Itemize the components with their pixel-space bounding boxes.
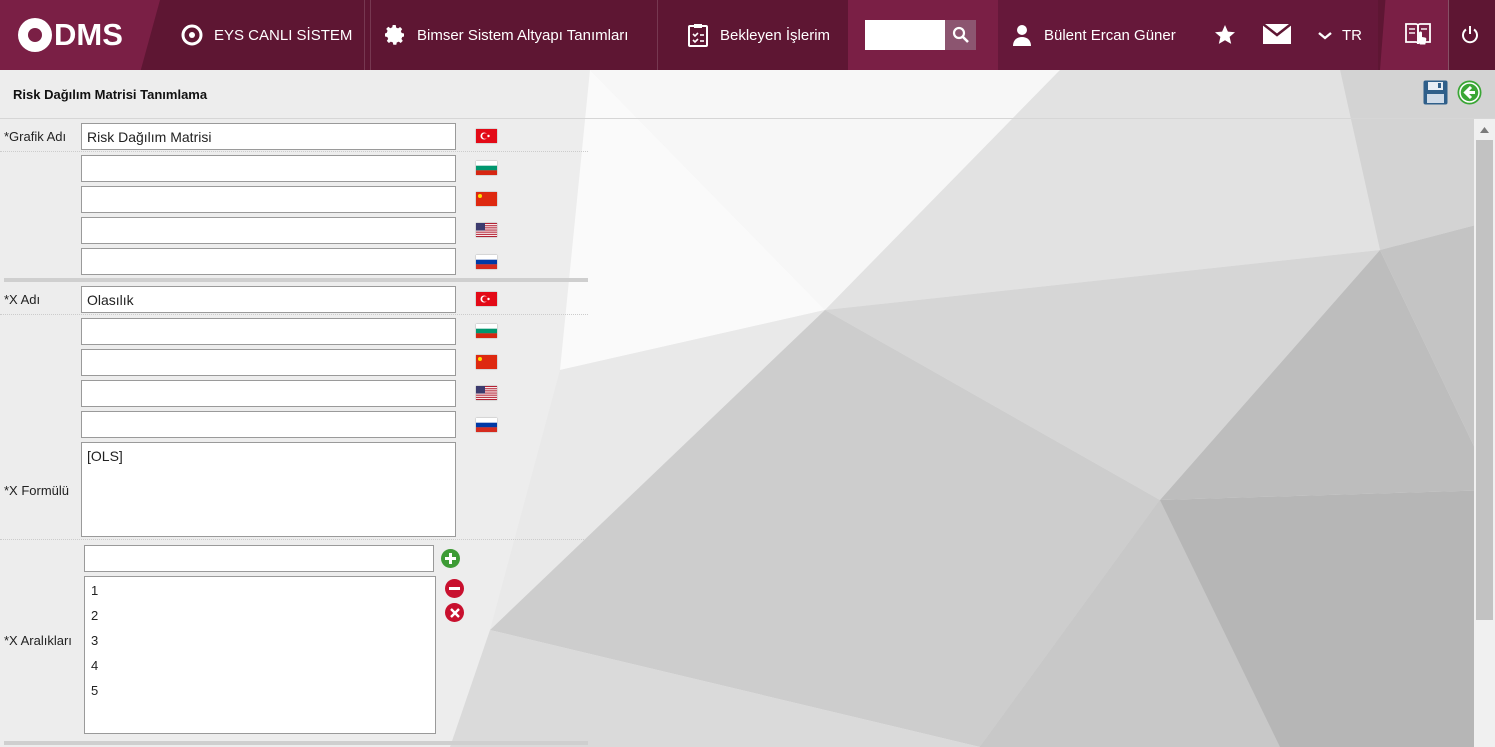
dms-logo[interactable]: DMS: [18, 17, 123, 53]
grafik-adi-en-input[interactable]: [81, 217, 456, 244]
mail-icon: [1262, 23, 1292, 44]
row-separator: [0, 151, 588, 152]
list-item[interactable]: 5: [91, 682, 429, 707]
help-button[interactable]: [1403, 20, 1433, 53]
grafik-adi-bg-input[interactable]: [81, 155, 456, 182]
russia-flag-icon[interactable]: [476, 255, 497, 269]
x-adi-en-input[interactable]: [81, 380, 456, 407]
book-help-icon: [1405, 23, 1431, 45]
x-adi-bg-input[interactable]: [81, 318, 456, 345]
messages-button[interactable]: [1262, 23, 1292, 47]
x-araliklari-list[interactable]: 1 2 3 4 5: [84, 576, 436, 734]
section-separator: [4, 278, 588, 282]
grafik-adi-tr-input[interactable]: [81, 123, 456, 150]
header-divider: [1448, 0, 1449, 70]
page-header: Risk Dağılım Matrisi Tanımlama: [0, 70, 1495, 119]
x-araliklari-new-input[interactable]: [84, 545, 434, 572]
china-flag-icon[interactable]: [476, 192, 497, 206]
user-name: Bülent Ercan Güner: [1044, 26, 1176, 44]
nav-bimser-sistem-altyapi[interactable]: Bimser Sistem Altyapı Tanımları: [364, 0, 658, 70]
q-logo-icon: [18, 18, 52, 52]
power-icon: [1462, 26, 1478, 44]
x-formulu-textarea[interactable]: [OLS]: [81, 442, 456, 537]
chevron-down-icon: [1318, 31, 1332, 40]
nav-eys-canli-sistem[interactable]: EYS CANLI SİSTEM: [162, 0, 372, 70]
nav-label: EYS CANLI SİSTEM: [214, 26, 353, 44]
q-logo-icon: [180, 23, 204, 47]
floppy-disk-icon: [1423, 80, 1448, 105]
plus-icon: [445, 553, 456, 564]
x-araliklari-label: *X Aralıkları: [4, 633, 72, 648]
add-range-button[interactable]: [441, 549, 460, 568]
back-button[interactable]: [1457, 80, 1482, 108]
list-item[interactable]: 4: [91, 657, 429, 682]
user-menu[interactable]: Bülent Ercan Güner: [1012, 0, 1176, 70]
minus-icon: [449, 587, 460, 590]
remove-range-button[interactable]: [445, 579, 464, 598]
nav-label: Bekleyen İşlerim: [720, 26, 831, 44]
bulgaria-flag-icon[interactable]: [476, 161, 497, 175]
section-separator: [4, 741, 588, 745]
favorites-button[interactable]: [1213, 23, 1237, 50]
page-title: Risk Dağılım Matrisi Tanımlama: [13, 87, 208, 102]
x-adi-tr-input[interactable]: [81, 286, 456, 313]
search-input[interactable]: [865, 20, 945, 50]
scroll-up-button[interactable]: [1474, 121, 1495, 139]
grafik-adi-ru-input[interactable]: [81, 248, 456, 275]
grafik-adi-zh-input[interactable]: [81, 186, 456, 213]
usa-flag-icon[interactable]: [476, 386, 497, 400]
x-formulu-label: *X Formülü: [4, 483, 70, 498]
list-item[interactable]: 2: [91, 607, 429, 632]
x-adi-label: *X Adı: [4, 292, 41, 307]
bulgaria-flag-icon[interactable]: [476, 324, 497, 338]
list-item[interactable]: 3: [91, 632, 429, 657]
turkey-flag-icon[interactable]: [476, 129, 497, 143]
scrollbar-thumb[interactable]: [1476, 140, 1493, 620]
x-adi-zh-input[interactable]: [81, 349, 456, 376]
star-icon: [1215, 25, 1235, 44]
risk-matrix-form: *Grafik Adı *X Adı *X Formülü [OLS] *X A…: [0, 119, 590, 747]
user-icon: [1013, 25, 1031, 46]
clear-ranges-button[interactable]: [445, 603, 464, 622]
logout-button[interactable]: [1460, 25, 1480, 48]
china-flag-icon[interactable]: [476, 355, 497, 369]
language-selector[interactable]: TR: [1318, 27, 1362, 44]
nav-label: Bimser Sistem Altyapı Tanımları: [417, 26, 629, 44]
save-button[interactable]: [1423, 80, 1448, 108]
usa-flag-icon[interactable]: [476, 223, 497, 237]
clipboard-icon: [686, 23, 710, 47]
close-icon: [449, 607, 460, 618]
row-separator: [0, 539, 588, 540]
search-button[interactable]: [945, 20, 976, 50]
top-navigation-bar: DMS EYS CANLI SİSTEM Bimser Sistem Altya…: [0, 0, 1495, 70]
caret-up-icon: [1480, 127, 1489, 133]
row-separator: [0, 314, 588, 315]
x-adi-ru-input[interactable]: [81, 411, 456, 438]
nav-bekleyen-islerim[interactable]: Bekleyen İşlerim: [668, 0, 850, 70]
turkey-flag-icon[interactable]: [476, 292, 497, 306]
logo-text: DMS: [54, 17, 123, 52]
list-item[interactable]: 1: [91, 582, 429, 607]
grafik-adi-label: *Grafik Adı: [4, 129, 67, 144]
search-icon: [952, 26, 969, 43]
arrow-left-circle-icon: [1457, 80, 1482, 105]
russia-flag-icon[interactable]: [476, 418, 497, 432]
gear-icon: [383, 23, 407, 47]
language-code: TR: [1342, 27, 1362, 44]
